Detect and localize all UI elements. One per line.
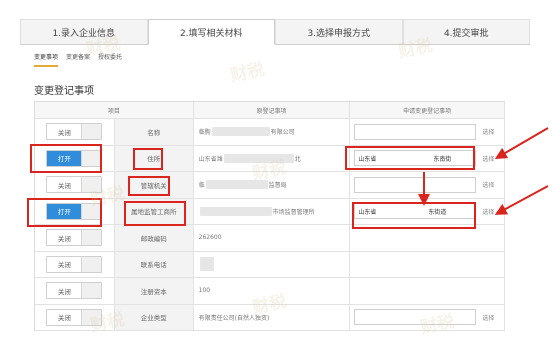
arrow-icon <box>494 185 549 215</box>
annotation-arrows <box>418 127 549 215</box>
arrow-icon <box>494 127 549 160</box>
